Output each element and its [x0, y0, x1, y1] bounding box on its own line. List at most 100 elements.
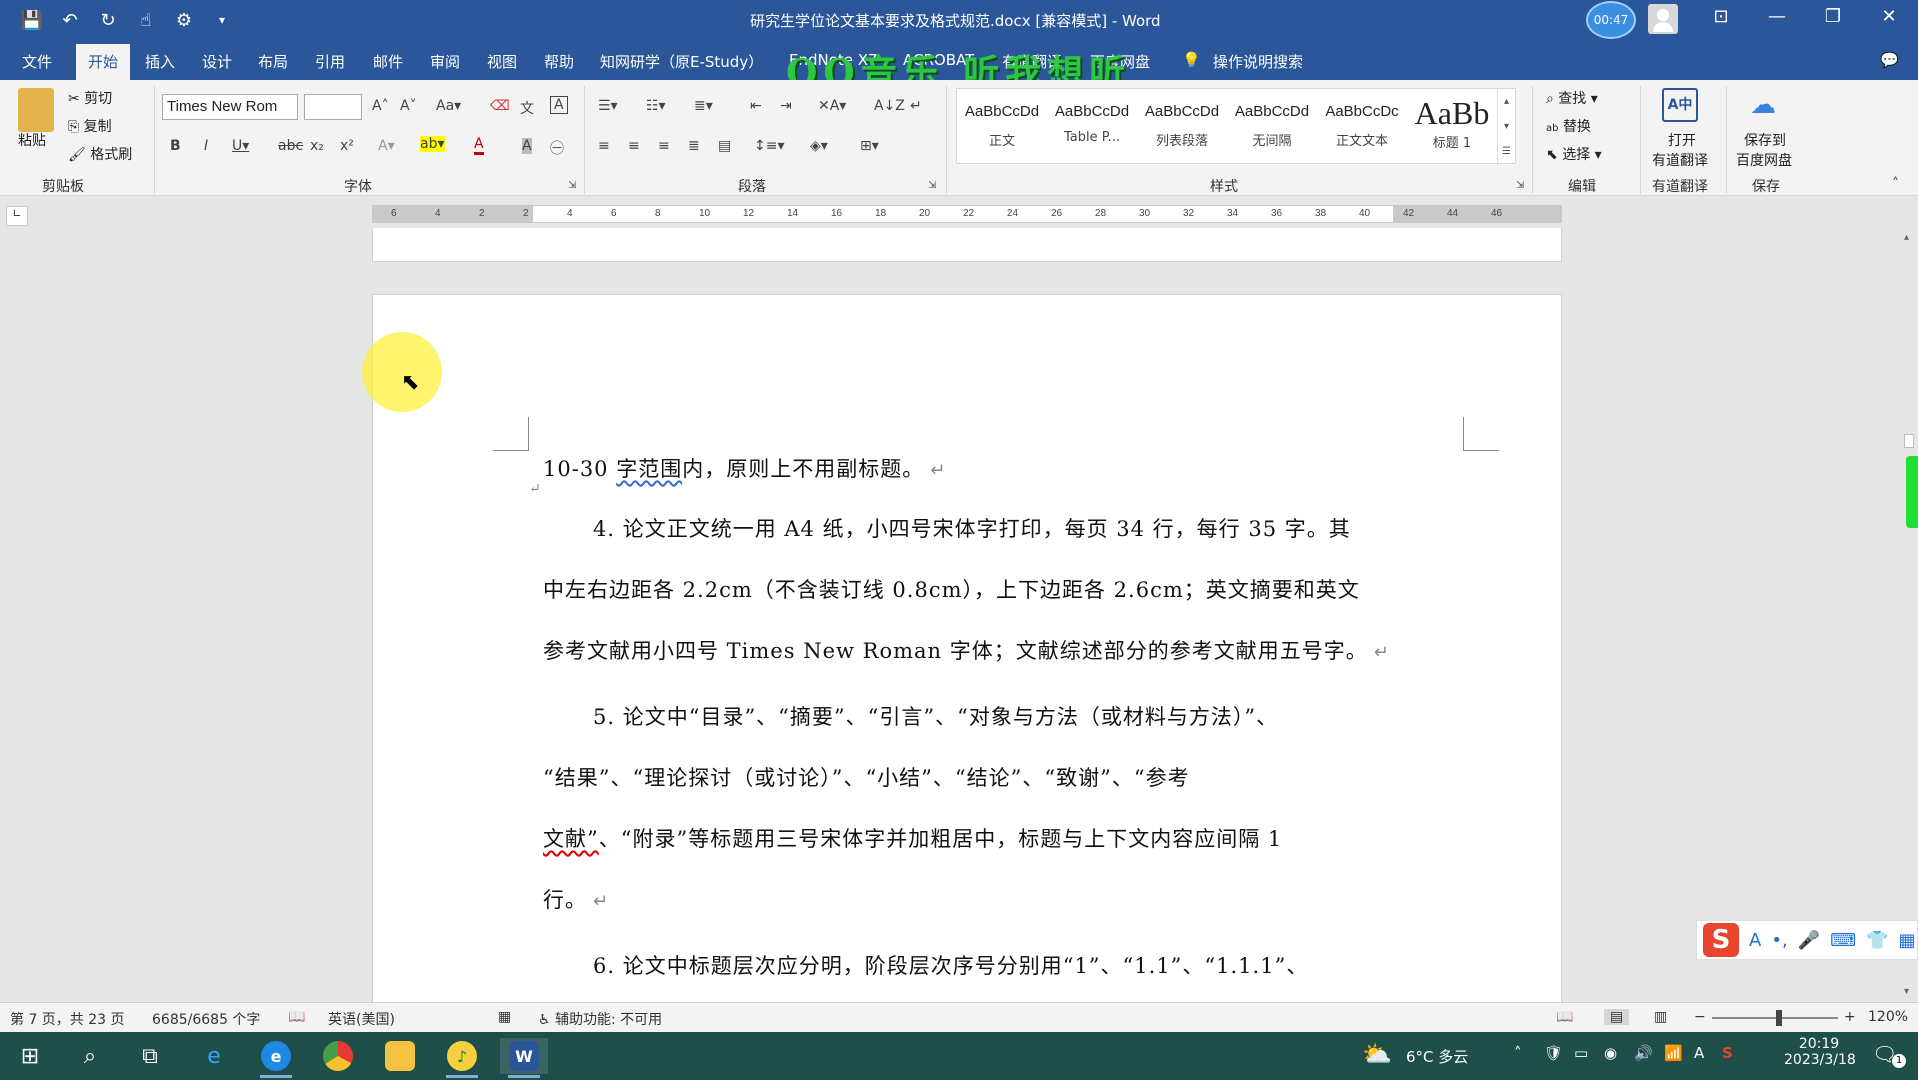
- tab-mailings[interactable]: 邮件: [373, 51, 403, 72]
- tray-chevron-icon[interactable]: ˄: [1514, 1044, 1522, 1062]
- search-help[interactable]: 操作说明搜索: [1213, 51, 1303, 72]
- replace-button[interactable]: ab 替换: [1546, 116, 1591, 136]
- tab-layout[interactable]: 布局: [258, 51, 288, 72]
- align-center-icon[interactable]: ≡: [628, 138, 640, 154]
- style-list-paragraph[interactable]: AaBbCcDd 列表段落: [1137, 89, 1227, 165]
- ime-language-icon[interactable]: A: [1749, 930, 1761, 951]
- justify-icon[interactable]: ≣: [688, 138, 700, 154]
- shading-icon[interactable]: ◈▾: [810, 138, 828, 154]
- styles-scroll[interactable]: ▴ ▾ ☰: [1497, 89, 1515, 165]
- document-page[interactable]: 10-30 字范围内，原则上不用副标题。 ↵ ↵ 4. 论文正文统一用 A4 纸，…: [372, 294, 1562, 1002]
- lightbulb-icon[interactable]: 💡: [1182, 51, 1201, 69]
- weather-icon[interactable]: ⛅: [1362, 1040, 1392, 1068]
- tab-insert[interactable]: 插入: [145, 51, 175, 72]
- sogou-logo-icon[interactable]: S: [1703, 923, 1739, 957]
- word-icon[interactable]: W: [500, 1038, 548, 1078]
- paragraph-dialog-launcher-icon[interactable]: ⇲: [928, 180, 936, 191]
- text-effects-icon[interactable]: A▾: [378, 138, 395, 154]
- format-painter-button[interactable]: 🖌 格式刷: [68, 144, 132, 164]
- undo-icon[interactable]: ↶: [58, 8, 82, 32]
- qat-dropdown-icon[interactable]: ▾: [210, 8, 234, 32]
- decrease-indent-icon[interactable]: ⇤: [750, 98, 762, 114]
- skin-icon[interactable]: 👕: [1866, 930, 1888, 951]
- phonetic-icon[interactable]: 文: [520, 98, 534, 118]
- side-widget[interactable]: [1906, 456, 1918, 528]
- cut-button[interactable]: ✂ 剪切: [68, 88, 112, 108]
- style-heading-1[interactable]: AaBb 标题 1: [1407, 89, 1497, 165]
- find-button[interactable]: ⌕ 查找 ▾: [1546, 88, 1598, 108]
- file-explorer-icon[interactable]: [376, 1038, 424, 1074]
- styles-dialog-launcher-icon[interactable]: ⇲: [1516, 180, 1524, 191]
- char-shading-icon[interactable]: A: [522, 138, 532, 154]
- horizontal-ruler[interactable]: 6 4 2 2 4 6 8 10 12 14 16 18 20 22 24 26 28 30 32 34 36 38 40 4…: [372, 205, 1562, 223]
- align-right-icon[interactable]: ≡: [658, 138, 670, 154]
- macro-icon[interactable]: ▦: [498, 1009, 511, 1025]
- grow-font-icon[interactable]: A˄: [372, 98, 389, 114]
- save-baidu-line2[interactable]: 百度网盘: [1736, 150, 1792, 170]
- tab-design[interactable]: 设计: [202, 51, 232, 72]
- accessibility-status[interactable]: ♿ 辅助功能: 不可用: [538, 1009, 662, 1029]
- strikethrough-icon[interactable]: abc: [278, 138, 303, 154]
- subscript-icon[interactable]: x₂: [310, 138, 324, 154]
- ie-icon[interactable]: e: [190, 1038, 238, 1074]
- ribbon-display-icon[interactable]: ⊡: [1706, 6, 1736, 27]
- network-icon[interactable]: 📶: [1664, 1044, 1683, 1062]
- close-icon[interactable]: ✕: [1874, 6, 1904, 27]
- web-layout-icon[interactable]: ▥: [1654, 1009, 1667, 1025]
- toolbox-icon[interactable]: ▦: [1899, 930, 1916, 951]
- battery-icon[interactable]: ▭: [1574, 1044, 1588, 1062]
- zoom-out-icon[interactable]: −: [1694, 1009, 1706, 1025]
- read-mode-icon[interactable]: 📖: [1556, 1009, 1573, 1025]
- tab-view[interactable]: 视图: [487, 51, 517, 72]
- char-border-icon[interactable]: A: [550, 96, 568, 114]
- zoom-slider[interactable]: [1712, 1017, 1838, 1019]
- highlight-icon[interactable]: ab▾: [420, 136, 445, 152]
- recording-timer[interactable]: 00:47: [1586, 1, 1636, 39]
- minimize-icon[interactable]: —: [1762, 6, 1792, 27]
- weather-text[interactable]: 6°C 多云: [1406, 1046, 1468, 1067]
- tab-home[interactable]: 开始: [76, 44, 131, 80]
- tab-references[interactable]: 引用: [315, 51, 345, 72]
- underline-icon[interactable]: U▾: [232, 138, 249, 154]
- paste-icon[interactable]: [18, 88, 54, 132]
- page-count[interactable]: 第 7 页，共 23 页: [10, 1009, 125, 1029]
- touch-mode-icon[interactable]: ☝: [134, 8, 158, 32]
- superscript-icon[interactable]: x²: [340, 138, 354, 154]
- open-youdao-line2[interactable]: 有道翻译: [1652, 150, 1708, 170]
- zoom-level[interactable]: 120%: [1868, 1009, 1908, 1025]
- volume-icon[interactable]: 🔊: [1634, 1044, 1653, 1062]
- numbering-icon[interactable]: ☷▾: [646, 98, 666, 114]
- redo-icon[interactable]: ↻: [96, 8, 120, 32]
- style-no-spacing[interactable]: AaBbCcDd 无间隔: [1227, 89, 1317, 165]
- sort-icon[interactable]: A↓Z: [874, 98, 905, 114]
- user-avatar[interactable]: [1648, 4, 1678, 34]
- chinese-layout-icon[interactable]: ✕A▾: [818, 98, 846, 114]
- select-button[interactable]: ⬉ 选择 ▾: [1546, 144, 1602, 164]
- tab-file[interactable]: 文件: [22, 51, 52, 72]
- style-normal[interactable]: AaBbCcDd 正文: [957, 89, 1047, 165]
- edge-icon[interactable]: e: [252, 1038, 300, 1078]
- clear-format-icon[interactable]: ⌫: [490, 98, 510, 114]
- keyboard-icon[interactable]: ⌨: [1830, 930, 1856, 951]
- restore-icon[interactable]: ❐: [1818, 6, 1848, 27]
- task-view-icon[interactable]: ⧉: [126, 1038, 174, 1074]
- distributed-icon[interactable]: ▤: [718, 138, 731, 154]
- scroll-up-icon[interactable]: ▴: [1904, 232, 1909, 243]
- comments-icon[interactable]: 💬: [1880, 51, 1899, 69]
- italic-icon[interactable]: I: [204, 138, 208, 154]
- qq-tray-icon[interactable]: ◉: [1604, 1044, 1617, 1062]
- scroll-thumb[interactable]: [1904, 434, 1914, 448]
- multilevel-list-icon[interactable]: ≣▾: [694, 98, 713, 114]
- zoom-slider-thumb[interactable]: [1776, 1010, 1782, 1026]
- copy-button[interactable]: ⎘ 复制: [68, 116, 112, 136]
- ime-tray-icon[interactable]: A: [1694, 1044, 1704, 1062]
- open-youdao-line1[interactable]: 打开: [1668, 130, 1696, 150]
- paste-button[interactable]: 粘贴: [18, 130, 46, 150]
- tab-selector-icon[interactable]: ∟: [6, 206, 28, 226]
- increase-indent-icon[interactable]: ⇥: [780, 98, 792, 114]
- bold-icon[interactable]: B: [170, 138, 181, 154]
- clock[interactable]: 20:19 2023/3/18: [1784, 1036, 1856, 1068]
- font-size-box[interactable]: [304, 94, 362, 120]
- defender-icon[interactable]: 🛡: [1544, 1044, 1563, 1062]
- tab-cnki[interactable]: 知网研学（原E-Study）: [600, 51, 763, 72]
